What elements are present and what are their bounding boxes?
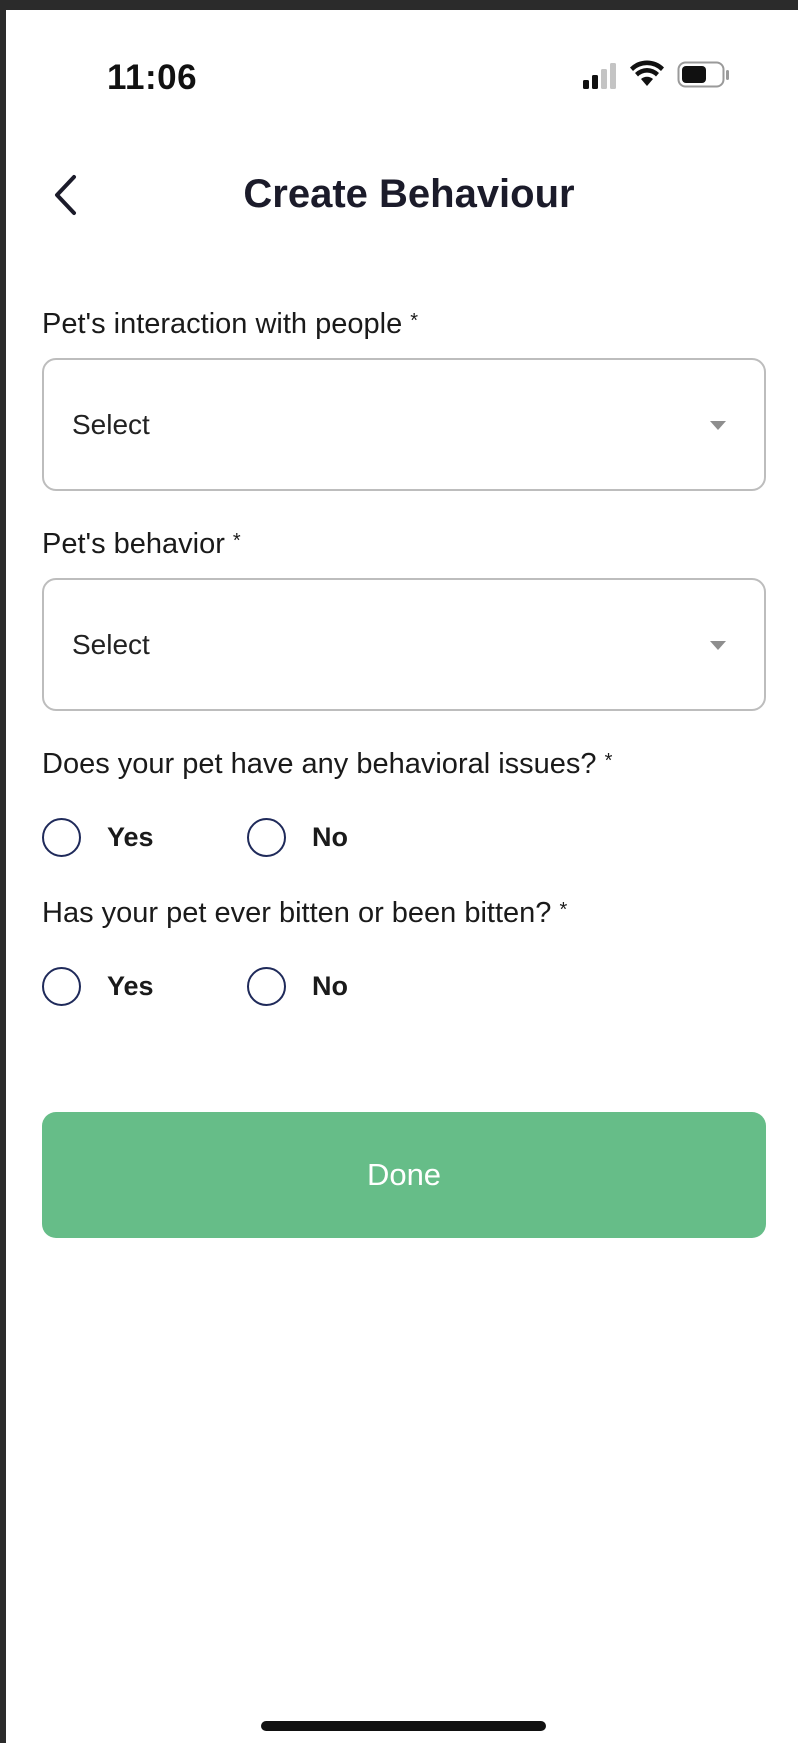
radio-circle [42, 966, 81, 1006]
behavioral-issues-radio-group: Yes No [42, 814, 642, 860]
radio-label-no: No [312, 970, 348, 1001]
page-title: Create Behaviour [243, 172, 575, 216]
radio-label-no: No [312, 821, 348, 852]
behavior-value: Select [72, 628, 150, 660]
radio-label-yes: Yes [107, 970, 154, 1001]
radio-circle [42, 817, 81, 857]
interaction-with-people-label-text: Pet's interaction with people [42, 308, 403, 340]
home-indicator [261, 1721, 546, 1731]
interaction-with-people-select[interactable]: Select [42, 358, 766, 491]
caret-down-icon [710, 420, 726, 430]
required-marker: * [410, 310, 418, 332]
app-screen: 11:06 Create Behaviour Pet's interaction… [6, 10, 798, 1743]
behavioral-issues-label: Does your pet have any behavioral issues… [42, 748, 612, 781]
behavior-label: Pet's behavior * [42, 528, 241, 561]
battery-icon [677, 61, 731, 94]
required-marker: * [604, 750, 613, 772]
required-marker: * [232, 530, 241, 552]
bitten-label-text: Has your pet ever bitten or been bitten? [42, 897, 552, 929]
bitten-radio-group: Yes No [42, 963, 642, 1009]
behavioral-issues-label-text: Does your pet have any behavioral issues… [42, 748, 597, 780]
behavioral-issues-no-radio[interactable]: No [247, 814, 348, 860]
radio-label-yes: Yes [107, 821, 154, 852]
interaction-with-people-value: Select [72, 408, 150, 440]
behavior-label-text: Pet's behavior [42, 528, 225, 560]
behavioral-issues-yes-radio[interactable]: Yes [42, 814, 154, 860]
wifi-icon [629, 60, 665, 93]
bitten-yes-radio[interactable]: Yes [42, 963, 154, 1009]
radio-circle [247, 817, 286, 857]
bitten-label: Has your pet ever bitten or been bitten?… [42, 897, 567, 930]
done-button-label: Done [366, 1157, 442, 1192]
interaction-with-people-label: Pet's interaction with people * [42, 308, 418, 341]
done-button[interactable]: Done [42, 1112, 766, 1238]
behavior-select[interactable]: Select [42, 578, 766, 711]
bitten-no-radio[interactable]: No [247, 963, 348, 1009]
status-time: 11:06 [107, 58, 198, 97]
caret-down-icon [710, 640, 726, 650]
radio-circle [247, 966, 286, 1006]
required-marker: * [559, 899, 568, 921]
